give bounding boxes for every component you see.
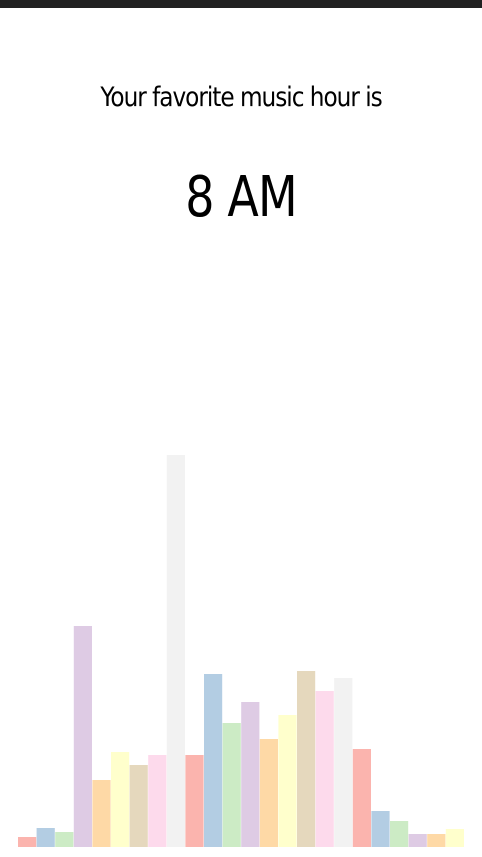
hour-bar-6 [129,765,148,847]
hour-bar-16 [315,691,334,847]
hourly-listening-chart [0,430,482,857]
hour-bar-7 [148,755,167,847]
hour-bar-5 [111,752,130,847]
hour-bar-9 [185,755,204,847]
hour-bar-8 [166,455,185,847]
hour-bar-10 [204,674,223,847]
hour-bar-12 [241,702,260,847]
hour-bar-15 [297,671,316,847]
hour-bar-0 [18,837,37,847]
hour-bar-14 [278,715,297,847]
hour-bar-4 [92,780,111,847]
hour-bar-21 [408,834,427,847]
hour-bar-13 [259,739,278,847]
favorite-hour-heading: Your favorite music hour is [100,82,382,113]
top-bar [0,0,482,8]
hour-bar-20 [390,821,409,847]
favorite-hour-value: 8 AM [185,165,297,230]
hour-bar-23 [445,829,464,847]
hour-bar-3 [73,626,92,847]
hour-bar-22 [427,834,446,847]
hour-bar-18 [352,749,371,847]
hourly-listening-chart-svg [18,455,464,847]
hour-bar-19 [371,811,390,847]
hour-bar-2 [55,832,74,847]
hour-bar-11 [222,723,241,847]
hour-bar-1 [36,828,55,847]
hour-bar-17 [334,678,353,847]
